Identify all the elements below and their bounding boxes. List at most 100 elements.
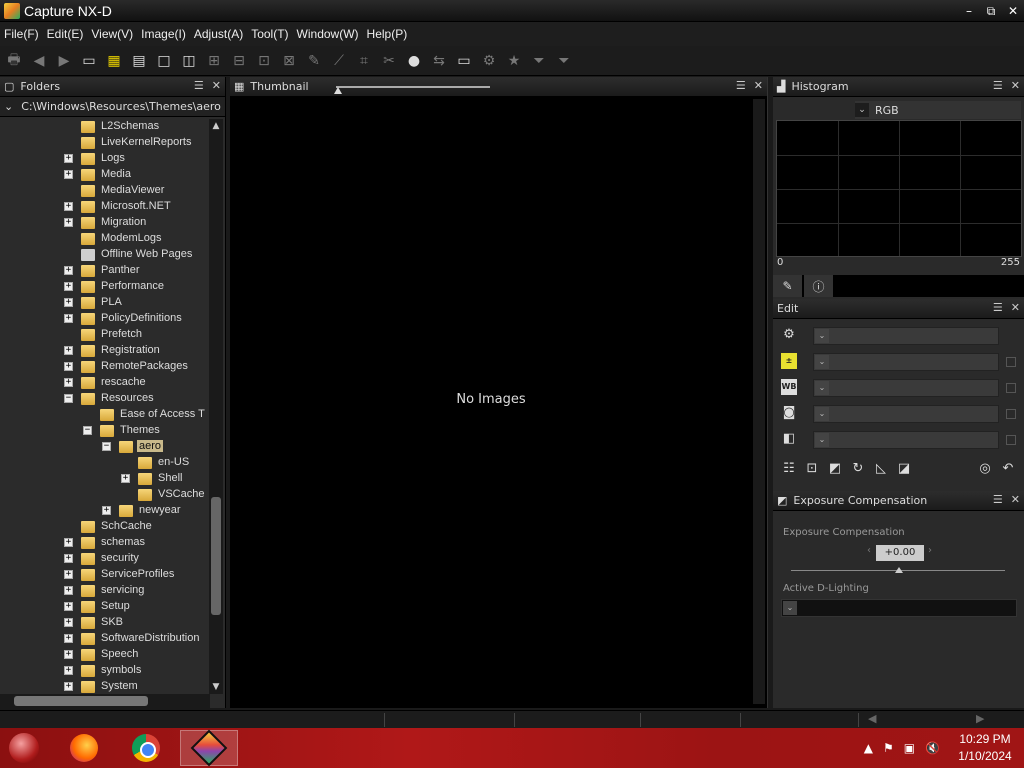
panel-close-icon[interactable]: ✕: [1011, 79, 1020, 92]
white-balance-checkbox[interactable]: [1006, 383, 1016, 393]
expand-icon[interactable]: +: [64, 202, 73, 211]
collapse-icon[interactable]: −: [64, 394, 73, 403]
tree-item[interactable]: en-US: [0, 455, 210, 471]
expand-icon[interactable]: +: [64, 666, 73, 675]
exposure-checkbox[interactable]: [1006, 357, 1016, 367]
scroll-down-arrow-icon[interactable]: ▼: [209, 680, 223, 694]
thumbnail-size-slider[interactable]: [336, 86, 490, 88]
tone-checkbox[interactable]: [1006, 435, 1016, 445]
filter-icon[interactable]: ⏷: [529, 51, 549, 71]
expand-icon[interactable]: +: [64, 570, 73, 579]
chevron-down-icon[interactable]: ⌄: [815, 407, 829, 421]
increase-arrow-icon[interactable]: ›: [928, 545, 932, 556]
expand-icon[interactable]: +: [64, 266, 73, 275]
forward-arrow-icon[interactable]: ▶: [54, 51, 74, 71]
speaker-muted-icon[interactable]: 🔇: [925, 741, 940, 755]
tree-item[interactable]: ModemLogs: [0, 231, 210, 247]
tree-item[interactable]: + Setup: [0, 599, 210, 615]
tree-item[interactable]: + symbols: [0, 663, 210, 679]
panel-menu-icon[interactable]: ☰: [736, 79, 746, 92]
crop-icon[interactable]: ⌗: [354, 51, 374, 71]
fit-icon[interactable]: ⊡: [254, 51, 274, 71]
folder-tree-hscroll-thumb[interactable]: [14, 696, 148, 706]
taskbar-firefox[interactable]: [66, 730, 102, 766]
minimize-button[interactable]: –: [958, 0, 980, 22]
restore-button[interactable]: ⧉: [980, 0, 1002, 22]
tree-item[interactable]: + Migration: [0, 215, 210, 231]
grid-view-icon[interactable]: ▦: [104, 51, 124, 71]
folder-tree-scroll-thumb[interactable]: [211, 497, 221, 615]
expand-icon[interactable]: +: [64, 602, 73, 611]
tree-item[interactable]: + security: [0, 551, 210, 567]
panel-menu-icon[interactable]: ☰: [194, 79, 204, 92]
tree-item[interactable]: − aero: [0, 439, 210, 455]
panel-close-icon[interactable]: ✕: [1011, 493, 1020, 506]
tree-item[interactable]: + ServiceProfiles: [0, 567, 210, 583]
app-launch-icon[interactable]: ●: [404, 51, 424, 71]
tree-item[interactable]: − Themes: [0, 423, 210, 439]
menu-tool[interactable]: Tool(T): [251, 27, 288, 41]
tree-item[interactable]: − Resources: [0, 391, 210, 407]
picture-control-checkbox[interactable]: [1006, 409, 1016, 419]
tree-item[interactable]: + Microsoft.NET: [0, 199, 210, 215]
tree-item[interactable]: LiveKernelReports: [0, 135, 210, 151]
thumbnail-vertical-scrollbar[interactable]: [753, 99, 765, 704]
tree-item[interactable]: + Shell: [0, 471, 210, 487]
panel-close-icon[interactable]: ✕: [212, 79, 221, 92]
rating-star-icon[interactable]: ★: [504, 51, 524, 71]
single-view-icon[interactable]: □: [154, 51, 174, 71]
folder-tree-horizontal-scrollbar[interactable]: [0, 694, 210, 708]
exposure-dropdown[interactable]: ⌄: [813, 353, 999, 371]
tree-item[interactable]: + Registration: [0, 343, 210, 359]
folder-path-bar[interactable]: ⌄ C:\Windows\Resources\Themes\aero: [0, 97, 225, 117]
tab-edit[interactable]: ✎: [773, 275, 803, 297]
expand-icon[interactable]: +: [64, 346, 73, 355]
status-prev-icon[interactable]: ◀: [868, 712, 876, 725]
expand-icon[interactable]: +: [64, 314, 73, 323]
folder-tree-vertical-scrollbar[interactable]: ▲ ▼: [209, 119, 223, 694]
tree-item[interactable]: + PLA: [0, 295, 210, 311]
undo-icon[interactable]: ↶: [999, 461, 1017, 479]
expand-icon[interactable]: +: [64, 538, 73, 547]
taskbar-capture-nx-d[interactable]: [180, 729, 238, 767]
tree-item[interactable]: L2Schemas: [0, 119, 210, 135]
taskbar-clock[interactable]: 10:29 PM 1/10/2024: [950, 731, 1020, 765]
retouch-icon[interactable]: ✂: [379, 51, 399, 71]
expand-icon[interactable]: +: [64, 282, 73, 291]
menu-adjust[interactable]: Adjust(A): [194, 27, 243, 41]
batch-process-icon[interactable]: ⚙: [479, 51, 499, 71]
panel-close-icon[interactable]: ✕: [1011, 301, 1020, 314]
expand-icon[interactable]: +: [64, 586, 73, 595]
status-next-icon[interactable]: ▶: [976, 712, 984, 725]
expand-icon[interactable]: +: [64, 378, 73, 387]
tone-dropdown[interactable]: ⌄: [813, 431, 999, 449]
menu-edit[interactable]: Edit(E): [47, 27, 84, 41]
compare-view-icon[interactable]: ◫: [179, 51, 199, 71]
flag-icon[interactable]: ⚑: [883, 741, 894, 755]
tree-item[interactable]: + newyear: [0, 503, 210, 519]
tree-item[interactable]: + SKB: [0, 615, 210, 631]
active-d-lighting-dropdown[interactable]: ⌄: [781, 599, 1017, 617]
menu-help[interactable]: Help(P): [367, 27, 408, 41]
tree-item[interactable]: + Performance: [0, 279, 210, 295]
panel-menu-icon[interactable]: ☰: [993, 493, 1003, 506]
menu-file[interactable]: File(F): [4, 27, 39, 41]
expand-icon[interactable]: +: [64, 554, 73, 563]
decrease-arrow-icon[interactable]: ‹: [867, 545, 871, 556]
tree-item[interactable]: + Logs: [0, 151, 210, 167]
tree-item[interactable]: Offline Web Pages: [0, 247, 210, 263]
chevron-down-icon[interactable]: ⌄: [855, 103, 869, 117]
compare-two-icon[interactable]: ⊞: [204, 51, 224, 71]
tree-item[interactable]: Prefetch: [0, 327, 210, 343]
monitor-icon[interactable]: ▭: [454, 51, 474, 71]
tree-item[interactable]: SchCache: [0, 519, 210, 535]
chevron-down-icon[interactable]: ⌄: [815, 355, 829, 369]
expand-icon[interactable]: +: [64, 154, 73, 163]
scroll-up-arrow-icon[interactable]: ▲: [209, 119, 223, 133]
path-dropdown-chevron-icon[interactable]: ⌄: [4, 100, 13, 113]
open-folder-icon[interactable]: ▭: [79, 51, 99, 71]
expand-icon[interactable]: +: [64, 170, 73, 179]
close-button[interactable]: ✕: [1002, 0, 1024, 22]
tree-item[interactable]: + SoftwareDistribution: [0, 631, 210, 647]
curves-icon[interactable]: ◪: [895, 461, 913, 479]
